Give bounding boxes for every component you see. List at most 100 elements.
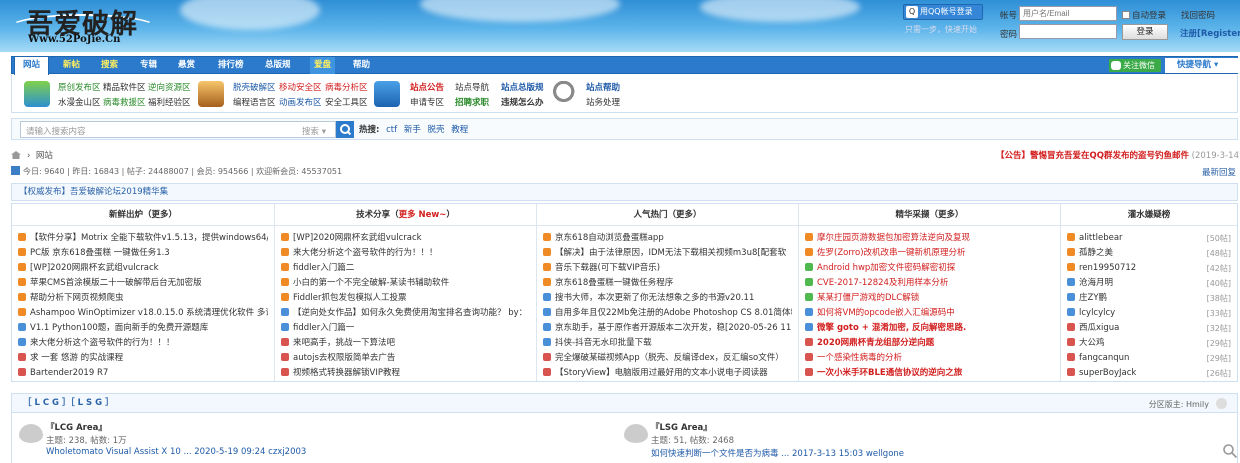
list-item[interactable]: 摩尔庄园页游数据包加密算法逆向及复现: [805, 231, 1054, 246]
section-title[interactable]: ［ L C G ］［ L S G ］: [12, 394, 1237, 413]
list-item[interactable]: 搜书大师，本次更新了你无法想象之多的书源v20.11: [543, 291, 792, 306]
quicklink-programming[interactable]: 编程语言区: [233, 96, 276, 108]
quicklink-reverse-res[interactable]: 逆向资源区: [148, 81, 191, 93]
list-item[interactable]: ren19950712: [1067, 261, 1197, 276]
list-item[interactable]: autojs去权限版简单去广告: [281, 351, 530, 366]
list-item[interactable]: [WP]2020网鼎杯玄武组vulcrack: [281, 231, 530, 246]
register-link[interactable]: 注册[Register]: [1180, 27, 1240, 39]
forum-last-post[interactable]: Wholetomato Visual Assist X 10 ... 2020-…: [46, 447, 306, 457]
home-icon[interactable]: [11, 151, 21, 159]
quicklink-virus-analysis[interactable]: 病毒分析区: [325, 81, 368, 93]
quick-nav-dropdown[interactable]: 快捷导航 ▾: [1165, 58, 1239, 73]
password-input[interactable]: [1019, 24, 1117, 39]
list-item[interactable]: lcylcylcy: [1067, 306, 1197, 321]
nav-item-bounty[interactable]: 悬赏: [178, 57, 195, 74]
nav-item-album[interactable]: 专辑: [140, 57, 157, 74]
list-item[interactable]: 【StoryView】电脑版用过最好用的文本小说电子阅读器: [543, 366, 792, 381]
list-item[interactable]: 如何将VM的opcode嵌入汇编源码中: [805, 306, 1054, 321]
list-item[interactable]: 小白的第一个不完全破解-某读书辅助软件: [281, 276, 530, 291]
list-item[interactable]: 来大佬分析这个盗号软件的行为！！！: [18, 336, 268, 351]
forgot-password-link[interactable]: 找回密码: [1181, 9, 1215, 21]
nav-item-site[interactable]: 网站: [14, 56, 50, 75]
list-item[interactable]: 帮助分析下网页视频爬虫: [18, 291, 268, 306]
login-button[interactable]: 登录: [1122, 24, 1168, 40]
auto-login-checkbox[interactable]: 自动登录: [1122, 9, 1166, 21]
list-item[interactable]: CVE-2017-12824及利用样本分析: [805, 276, 1054, 291]
quicklink-original[interactable]: 原创发布区: [58, 81, 101, 93]
site-notice[interactable]: 【公告】警惕冒充吾爱在QQ群发布的盗号钓鱼邮件 (2019-3-14): [996, 149, 1240, 161]
account-input[interactable]: [1019, 6, 1117, 21]
quicklink-announcement[interactable]: 站点公告: [410, 81, 444, 93]
latest-reply-link[interactable]: 最新回复: [1202, 166, 1236, 178]
notice-text[interactable]: 【公告】警惕冒充吾爱在QQ群发布的盗号钓鱼邮件: [996, 151, 1189, 161]
quicklink-jobs[interactable]: 招聘求职: [455, 96, 489, 108]
list-item[interactable]: 佐罗(Zorro)改机改串一键新机原理分析: [805, 246, 1054, 261]
site-logo[interactable]: 吾爱破解 Www.52PoJie.Cn: [8, 2, 158, 48]
list-item[interactable]: 京东助手，基于原作者开源版本二次开发，稳[2020-05-26 11:5: [543, 321, 792, 336]
list-item[interactable]: Android hwp加密文件密码解密初探: [805, 261, 1054, 276]
list-item[interactable]: 2020网鼎杯青龙组部分逆向题: [805, 336, 1054, 351]
search-input[interactable]: 请输入搜索内容 搜索 ▾: [20, 121, 336, 138]
quicklink-site-nav[interactable]: 站点导航: [455, 81, 489, 93]
search-button[interactable]: [336, 121, 354, 138]
list-item[interactable]: 【逆向处女作品】如何永久免费使用淘宝排名查询功能？ by：: [281, 306, 530, 321]
collapse-toggle-icon[interactable]: [1216, 398, 1227, 409]
list-item[interactable]: 抖侠-抖音无水印批量下载: [543, 336, 792, 351]
quicklink-affairs[interactable]: 站务处理: [586, 96, 620, 108]
hot-search-item[interactable]: 新手: [404, 125, 421, 135]
forum-name[interactable]: 『LSG Area』: [651, 421, 712, 433]
list-item[interactable]: 求 一套 悠游 的实战课程: [18, 351, 268, 366]
list-item[interactable]: fiddler入门篇一: [281, 321, 530, 336]
list-item[interactable]: fangcanqun: [1067, 351, 1197, 366]
forum-last-post[interactable]: 如何快速判断一个文件是否为病毒 ... 2017-3-13 15:03 well…: [651, 447, 904, 459]
list-item[interactable]: [WP]2020网鼎杯玄武组vulcrack: [18, 261, 268, 276]
hot-search-item[interactable]: ctf: [386, 125, 397, 135]
list-item[interactable]: 某某打僵尸游戏的DLC解锁: [805, 291, 1054, 306]
quicklink-security-tools[interactable]: 安全工具区: [325, 96, 368, 108]
list-item[interactable]: fiddler入门篇二: [281, 261, 530, 276]
list-item[interactable]: Ashampoo WinOptimizer v18.0.15.0 系统清理优化软…: [18, 306, 268, 321]
nav-item-rules[interactable]: 总版规: [265, 57, 291, 74]
list-item[interactable]: 完全爆破某磁视频App（脱壳、反编译dex，反汇编so文件）: [543, 351, 792, 366]
list-item[interactable]: 沧海月明: [1067, 276, 1197, 291]
list-item[interactable]: 一次小米手环BLE通信协议的逆向之旅: [805, 366, 1054, 381]
nav-item-aipan[interactable]: 爱盘: [310, 57, 336, 74]
list-item[interactable]: 京东618叠蛋糕一键做任务程序: [543, 276, 792, 291]
list-item[interactable]: 视频格式转换器解锁VIP教程: [281, 366, 530, 381]
search-scope-select[interactable]: 搜索 ▾: [302, 125, 326, 137]
column-title[interactable]: 技术分享（更多 New~）: [275, 204, 536, 226]
quicklink-water[interactable]: 水漫金山区: [58, 96, 101, 108]
list-item[interactable]: 【解决】由于法律原因，IDM无法下载相关视频m3u8[配套软: [543, 246, 792, 261]
hot-search-item[interactable]: 教程: [451, 125, 468, 135]
list-item[interactable]: 庄ZY鹏: [1067, 291, 1197, 306]
quicklink-rules[interactable]: 站点总版规: [501, 81, 544, 93]
list-item[interactable]: PC版 京东618叠蛋糕 一键做任务1.3: [18, 246, 268, 261]
list-item[interactable]: 【软件分享】Motrix 全能下载软件v1.5.13，提供windows64/3…: [18, 231, 268, 246]
forum-name[interactable]: 『LCG Area』: [46, 421, 107, 433]
list-item[interactable]: V1.1 Python100题，面向新手的免费开源题库: [18, 321, 268, 336]
list-item[interactable]: 苹果CMS首涂模版二十一破解带后台无加密版: [18, 276, 268, 291]
list-item[interactable]: 来吧高手，挑战一下算法吧: [281, 336, 530, 351]
floating-search-icon[interactable]: [1222, 443, 1238, 459]
nav-item-new[interactable]: 新帖: [63, 57, 80, 74]
list-item[interactable]: 一个感染性病毒的分析: [805, 351, 1054, 366]
column-more-new[interactable]: 更多 New~: [399, 210, 447, 220]
follow-wechat-button[interactable]: 关注微信: [1109, 59, 1161, 72]
quicklink-animation[interactable]: 动画发布区: [279, 96, 322, 108]
quicklink-mobile[interactable]: 移动安全区: [279, 81, 322, 93]
list-item[interactable]: 音乐下载器(可下载VIP音乐): [543, 261, 792, 276]
qq-login-button[interactable]: Q 用QQ帐号登录: [903, 4, 983, 20]
nav-item-search[interactable]: 搜索: [101, 57, 118, 74]
quicklink-virus-help[interactable]: 病毒救援区: [103, 96, 146, 108]
column-title[interactable]: 精华采撷（更多）: [799, 204, 1060, 226]
column-title[interactable]: 新鲜出炉（更多）: [12, 204, 274, 226]
quicklink-apply[interactable]: 申请专区: [410, 96, 444, 108]
list-item[interactable]: 大公鸡: [1067, 336, 1197, 351]
list-item[interactable]: 来大佬分析这个盗号软件的行为！！！: [281, 246, 530, 261]
quicklink-software[interactable]: 精品软件区: [103, 81, 146, 93]
list-item[interactable]: 孤静之美: [1067, 246, 1197, 261]
list-item[interactable]: 自用多年且仅22Mb免注册的Adobe Photoshop CS 8.01简体精: [543, 306, 792, 321]
column-title[interactable]: 人气热门（更多）: [537, 204, 798, 226]
section-moderator[interactable]: 分区版主: Hmily: [1149, 399, 1209, 410]
breadcrumb-item[interactable]: 网站: [36, 151, 53, 161]
